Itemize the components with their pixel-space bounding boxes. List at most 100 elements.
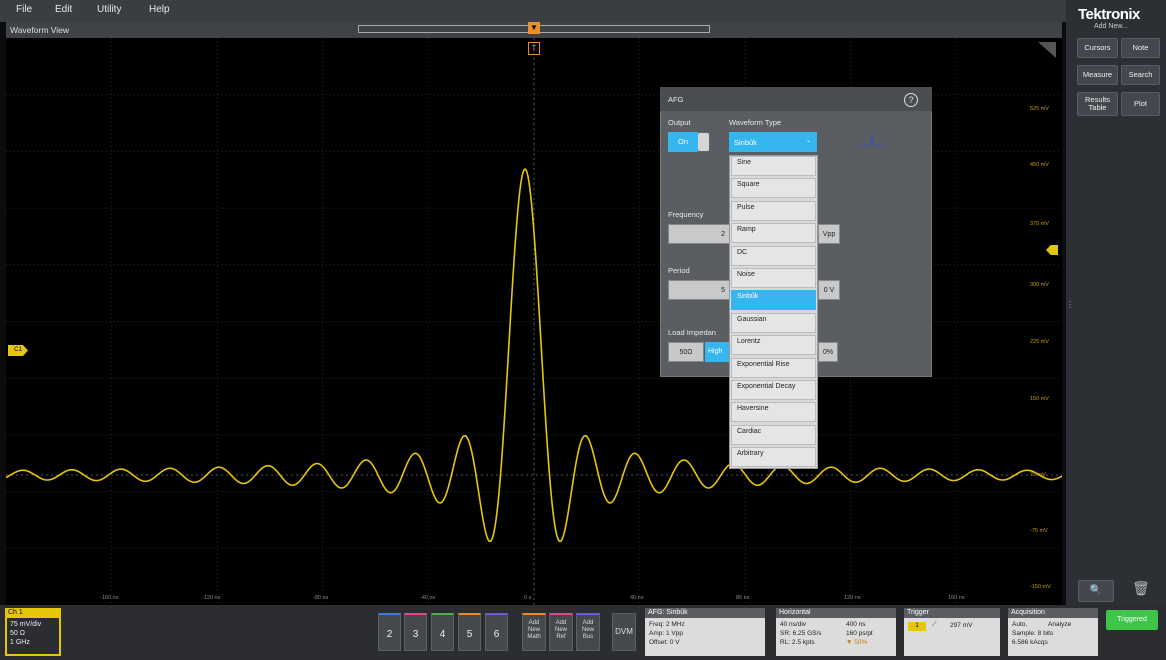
menu-help[interactable]: Help: [149, 4, 170, 15]
horizontal-ps-per-pt: 160 ps/pt: [846, 630, 873, 637]
horizontal-badge[interactable]: 40 ns/div 400 ns SR: 6.25 GS/s 160 ps/pt…: [776, 618, 896, 656]
load-high-button[interactable]: High: [705, 342, 731, 362]
horizontal-length: 400 ns: [846, 621, 866, 628]
waveform-option-lorentz[interactable]: Lorentz: [731, 335, 816, 356]
channel-5-button[interactable]: 5: [458, 613, 481, 651]
menu-utility[interactable]: Utility: [97, 4, 121, 15]
h-scale-label: 80 ns: [736, 595, 750, 601]
channel-2-button[interactable]: 2: [378, 613, 401, 651]
waveform-type-selected: Sinbûk: [734, 138, 757, 147]
frequency-field[interactable]: 2: [668, 224, 730, 244]
dvm-button[interactable]: DVM: [612, 613, 636, 651]
horizontal-badge-title[interactable]: Horizontal: [776, 608, 896, 618]
h-scale-label: -120 ns: [202, 595, 221, 601]
waveform-option-exponential-decay[interactable]: Exponential Decay: [731, 380, 816, 400]
h-scale-label: 40 ns: [630, 595, 644, 601]
waveform-option-ramp[interactable]: Ramp: [731, 223, 816, 244]
zoom-icon[interactable]: 🔍: [1078, 580, 1114, 602]
measure-button[interactable]: Measure: [1077, 65, 1118, 85]
waveform-option-cardiac[interactable]: Cardiac: [731, 424, 816, 445]
v-scale-label: 375 mV: [1030, 221, 1049, 227]
afg-badge-offset: Offset: 0 V: [649, 639, 680, 646]
trigger-time-marker: T: [528, 42, 540, 55]
h-scale-label: 120 ns: [844, 595, 861, 601]
v-scale-label: -150 mV: [1030, 584, 1051, 590]
h-scale-label: -40 ns: [420, 595, 436, 601]
trigger-position-marker[interactable]: ▼: [528, 22, 540, 34]
chevron-down-icon: ⌄: [805, 138, 811, 144]
cursors-button[interactable]: Cursors: [1077, 38, 1118, 58]
acquisition-badge-title[interactable]: Acquisition: [1008, 608, 1098, 618]
menu-file[interactable]: File: [16, 4, 32, 15]
waveform-option-sine[interactable]: Sine: [731, 156, 816, 176]
output-toggle[interactable]: On: [668, 132, 710, 152]
load-50-button[interactable]: 50Ω: [668, 342, 704, 362]
waveform-type-select[interactable]: Sinbûk ⌄: [729, 132, 817, 152]
waveform-option-arbitrary[interactable]: Arbitrary: [731, 447, 816, 468]
waveform-option-noise[interactable]: Noise: [731, 268, 816, 288]
load-impedance-label: Load Impedan: [668, 328, 716, 337]
channel-6-button[interactable]: 6: [485, 613, 508, 651]
horizontal-record-length: RL: 2.5 kpts: [780, 639, 815, 646]
v-scale-label: -75 mV: [1030, 528, 1048, 534]
add-ref-button[interactable]: Add New Ref: [549, 613, 573, 651]
menu-edit[interactable]: Edit: [55, 4, 72, 15]
add-math-button[interactable]: Add New Math: [522, 613, 546, 651]
search-button[interactable]: Search: [1121, 65, 1160, 85]
channel-4-button[interactable]: 4: [431, 613, 454, 651]
afg-badge[interactable]: Freq: 2 MHz Amp: 1 Vpp Offset: 0 V: [645, 618, 765, 656]
trigger-badge[interactable]: 1 ⟋ 297 mV: [904, 618, 1000, 656]
help-icon[interactable]: ?: [904, 93, 918, 107]
symmetry-field[interactable]: 0%: [818, 342, 838, 362]
waveform-option-square[interactable]: Square: [731, 178, 816, 199]
triggered-status-button[interactable]: Triggered: [1106, 610, 1158, 630]
output-label: Output: [668, 118, 691, 127]
menu-bar: File Edit Utility Help: [0, 0, 1166, 22]
trash-icon[interactable]: 🗑: [1132, 580, 1152, 602]
trigger-source: 1: [908, 622, 926, 631]
afg-dialog-header: [660, 87, 932, 111]
h-scale-label: -160 ns: [100, 595, 119, 601]
h-scale-label: 160 ns: [948, 595, 965, 601]
right-panel: [1066, 0, 1166, 605]
offset-field[interactable]: 0 V: [818, 280, 840, 300]
acquisition-count: 6.586 kAcqs: [1012, 639, 1048, 646]
brand-logo: Tektronix: [1078, 6, 1140, 23]
output-toggle-knob: [698, 133, 709, 151]
period-label: Period: [668, 266, 690, 275]
waveform-option-sinbûk[interactable]: Sinbûk: [731, 290, 816, 311]
v-scale-label: 75 mV: [1030, 472, 1046, 478]
amplitude-unit-field[interactable]: Vpp: [818, 224, 840, 244]
acquisition-analyze: Analyze: [1048, 621, 1072, 628]
waveform-type-label: Waveform Type: [729, 118, 782, 127]
trigger-level: 297 mV: [950, 622, 973, 629]
ch1-title: Ch 1: [8, 609, 23, 616]
plot-button[interactable]: Plot: [1121, 92, 1160, 116]
afg-badge-freq: Freq: 2 MHz: [649, 621, 685, 628]
ch1-scale: 75 mV/div: [10, 621, 42, 628]
channel-3-button[interactable]: 3: [404, 613, 427, 651]
afg-badge-amp: Amp: 1 Vpp: [649, 630, 683, 637]
waveform-option-exponential-rise[interactable]: Exponential Rise: [731, 357, 816, 378]
waveform-view-title: Waveform View: [10, 25, 70, 35]
add-bus-button[interactable]: Add New Bus: [576, 613, 600, 651]
trigger-badge-title[interactable]: Trigger: [904, 608, 1000, 618]
v-scale-label: 225 mV: [1030, 339, 1049, 345]
waveform-option-pulse[interactable]: Pulse: [731, 200, 816, 221]
h-scale-label: 0 s: [524, 595, 532, 601]
afg-badge-title[interactable]: AFG: Sinbûk: [645, 608, 765, 618]
acquisition-badge[interactable]: Auto, Analyze Sample: 8 bits 6.586 kAcqs: [1008, 618, 1098, 656]
waveform-option-gaussian[interactable]: Gaussian: [731, 312, 816, 333]
note-button[interactable]: Note: [1121, 38, 1160, 58]
v-scale-label: 150 mV: [1030, 396, 1049, 402]
waveform-option-haversine[interactable]: Haversine: [731, 402, 816, 423]
ch1-badge[interactable]: Ch 1 75 mV/div 50 Ω 1 GHz: [5, 608, 61, 656]
frequency-label: Frequency: [668, 210, 704, 219]
waveform-option-dc[interactable]: DC: [731, 245, 816, 266]
h-scale-label: -80 ns: [313, 595, 329, 601]
period-field[interactable]: 5: [668, 280, 730, 300]
results-table-button[interactable]: Results Table: [1077, 92, 1118, 116]
ch1-impedance: 50 Ω: [10, 630, 25, 637]
panel-resize-handle[interactable]: ⋮: [1066, 300, 1074, 320]
horizontal-position: ▼ 50%: [846, 639, 868, 646]
